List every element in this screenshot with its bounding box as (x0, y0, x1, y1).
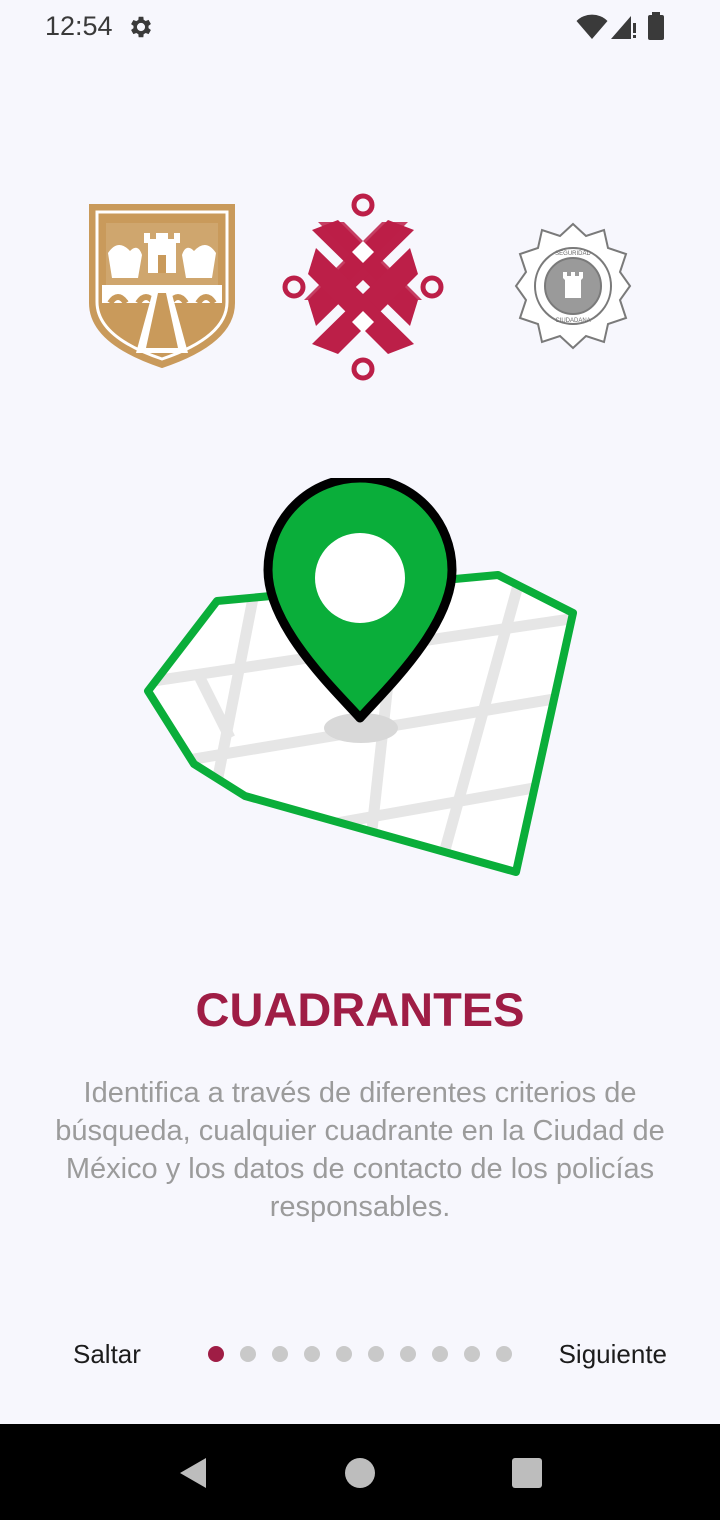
home-icon[interactable] (343, 1456, 377, 1490)
badge-bottom-text: CIUDADANA (555, 318, 590, 324)
signal-icon (611, 16, 636, 39)
slide-title: CUADRANTES (195, 983, 525, 1036)
battery-icon (648, 12, 664, 40)
page-dot (464, 1346, 480, 1362)
seguridad-ciudadana-badge-logo: SEGURIDAD CIUDADANA (514, 222, 632, 350)
page-dot (432, 1346, 448, 1362)
onboarding-pager: Saltar Siguiente (0, 1330, 720, 1380)
navigation-bar (0, 1424, 720, 1520)
next-button[interactable]: Siguiente (559, 1339, 667, 1370)
page-dot-active (208, 1346, 224, 1362)
back-icon[interactable] (176, 1456, 210, 1490)
page-dot (336, 1346, 352, 1362)
status-bar: 12:54 (0, 0, 720, 54)
page-dot (400, 1346, 416, 1362)
map-pin-quadrant-icon (144, 478, 577, 876)
page-dot (304, 1346, 320, 1362)
wifi-icon (576, 14, 608, 39)
ssc-emblem-logo (282, 193, 444, 381)
page-dot (368, 1346, 384, 1362)
page-dot (272, 1346, 288, 1362)
gear-icon (131, 16, 151, 38)
status-time: 12:54 (45, 11, 113, 41)
page-dot (240, 1346, 256, 1362)
page-indicator (208, 1346, 512, 1362)
cdmx-shield-logo (89, 204, 235, 369)
slide-description: Identifica a través de diferentes criter… (55, 1077, 665, 1223)
skip-button[interactable]: Saltar (73, 1339, 141, 1370)
page-dot (496, 1346, 512, 1362)
recents-icon[interactable] (510, 1456, 544, 1490)
badge-top-text: SEGURIDAD (555, 251, 591, 257)
